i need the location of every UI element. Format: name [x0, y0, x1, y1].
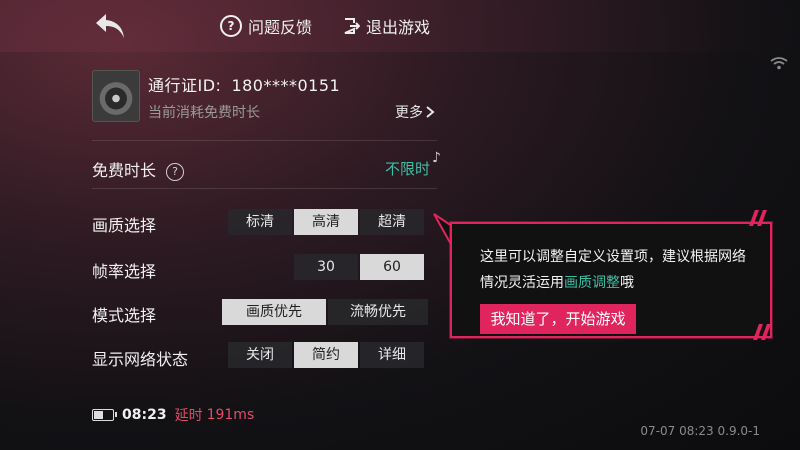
- avatar: [92, 70, 140, 122]
- consumption-subtitle: 当前消耗免费时长: [148, 105, 260, 121]
- quality-option-hd[interactable]: 高清: [294, 209, 358, 235]
- network-option-detailed[interactable]: 详细: [360, 342, 424, 368]
- version-info: 07-07 08:23 0.9.0-1: [640, 424, 760, 438]
- quality-option-uhd[interactable]: 超清: [360, 209, 424, 235]
- mode-selector: 画质优先 流畅优先: [222, 299, 428, 325]
- feedback-button[interactable]: ? 问题反馈: [220, 14, 312, 38]
- tooltip-body: 这里可以调整自定义设置项，建议根据网络 情况灵活运用画质调整哦 我知道了，开始游…: [450, 222, 772, 338]
- network-option-simple[interactable]: 简约: [294, 342, 358, 368]
- start-game-button[interactable]: 我知道了，开始游戏: [480, 304, 636, 334]
- quality-label: 画质选择: [92, 216, 157, 235]
- framerate-option-30[interactable]: 30: [294, 254, 358, 280]
- pass-id: 通行证ID: 180****0151: [148, 72, 340, 96]
- network-status-label: 显示网络状态: [92, 350, 189, 369]
- latency-label: 延时: [174, 408, 203, 424]
- wifi-icon: [770, 57, 788, 70]
- feedback-label: 问题反馈: [248, 18, 313, 37]
- quality-option-sd[interactable]: 标清: [228, 209, 292, 235]
- network-status-bar: 08:23 延时 191ms: [92, 405, 254, 425]
- free-time-value: 不限时: [385, 160, 431, 178]
- music-note-icon: ♪: [432, 150, 441, 166]
- framerate-label: 帧率选择: [92, 262, 157, 281]
- clock-time: 08:23: [122, 407, 167, 423]
- quality-selector: 标清 高清 超清: [228, 209, 424, 235]
- divider: [92, 140, 437, 141]
- more-label: 更多: [395, 105, 423, 121]
- exit-game-button[interactable]: 退出游戏: [342, 14, 430, 38]
- network-status-selector: 关闭 简约 详细: [228, 342, 424, 368]
- framerate-option-60[interactable]: 60: [360, 254, 424, 280]
- tooltip-line-1: 这里可以调整自定义设置项，建议根据网络: [480, 249, 746, 265]
- chevron-right-icon: [426, 106, 435, 118]
- free-time-label: 免费时长: [92, 161, 157, 180]
- quality-adjust-link[interactable]: 画质调整: [564, 275, 620, 291]
- pass-id-label: 通行证ID:: [148, 76, 222, 95]
- network-option-off[interactable]: 关闭: [228, 342, 292, 368]
- mode-label: 模式选择: [92, 306, 157, 325]
- settings-tooltip: 这里可以调整自定义设置项，建议根据网络 情况灵活运用画质调整哦 我知道了，开始游…: [430, 210, 775, 340]
- pass-id-value: 180****0151: [231, 76, 341, 95]
- framerate-selector: 30 60: [294, 254, 424, 280]
- divider: [92, 188, 437, 189]
- exit-icon: [344, 18, 360, 34]
- battery-icon: [92, 409, 117, 421]
- tooltip-line-2-prefix: 情况灵活运用: [480, 275, 564, 291]
- tooltip-line-2-suffix: 哦: [620, 275, 634, 291]
- latency-value: 191ms: [206, 407, 255, 423]
- exit-label: 退出游戏: [366, 18, 431, 37]
- profile-section: 通行证ID: 180****0151 当前消耗免费时长 更多: [92, 70, 437, 125]
- mode-option-smooth[interactable]: 流畅优先: [328, 299, 428, 325]
- mode-option-quality[interactable]: 画质优先: [222, 299, 326, 325]
- more-button[interactable]: 更多: [395, 102, 435, 122]
- help-icon: ?: [220, 15, 242, 37]
- tooltip-line-2: 情况灵活运用画质调整哦: [480, 272, 634, 292]
- help-icon[interactable]: ?: [166, 162, 185, 181]
- free-time-row: 免费时长?: [92, 157, 185, 181]
- back-arrow-icon[interactable]: [92, 10, 130, 44]
